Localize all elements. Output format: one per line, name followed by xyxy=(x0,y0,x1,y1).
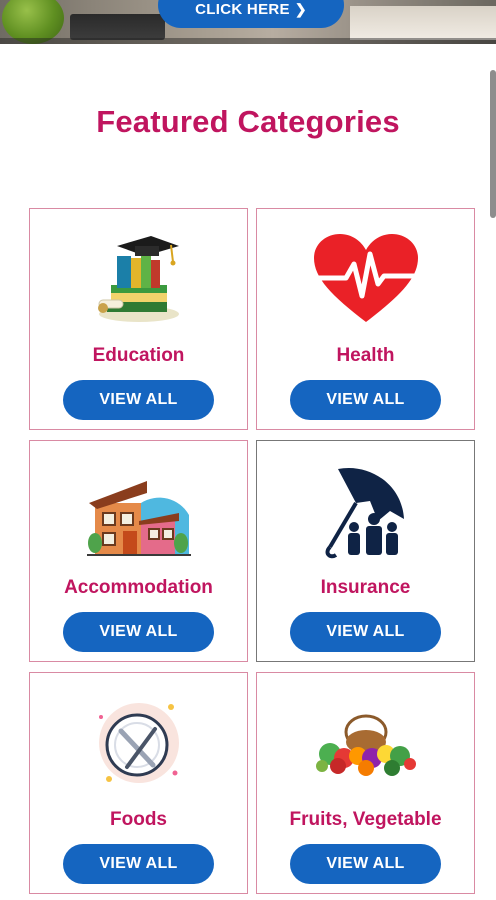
category-grid: Education VIEW ALL Health VIEW ALL Accom… xyxy=(29,208,475,894)
view-all-button-fruits-vegetable[interactable]: VIEW ALL xyxy=(290,844,441,884)
category-card-fruits-vegetable[interactable]: Fruits, Vegetable VIEW ALL xyxy=(256,672,475,894)
scrollbar-thumb[interactable] xyxy=(490,70,496,218)
view-all-button-health[interactable]: VIEW ALL xyxy=(290,380,441,420)
chevron-right-icon: ❯ xyxy=(294,1,307,17)
education-books-graduation-cap-icon xyxy=(84,229,194,329)
umbrella-family-icon xyxy=(311,461,421,561)
category-label: Insurance xyxy=(320,577,411,598)
section-title: Featured Categories xyxy=(96,104,400,139)
page: CLICK HERE ❯ Featured Categories Educati… xyxy=(0,0,496,900)
banner-shadow xyxy=(0,38,496,44)
heart-heartbeat-icon xyxy=(311,229,421,329)
category-label: Education xyxy=(92,345,185,366)
category-label: Fruits, Vegetable xyxy=(289,809,442,830)
fruit-vegetable-basket-icon xyxy=(311,693,421,793)
open-book-image xyxy=(350,6,496,40)
view-all-button-accommodation[interactable]: VIEW ALL xyxy=(63,612,214,652)
house-icon xyxy=(84,461,194,561)
category-card-foods[interactable]: Foods VIEW ALL xyxy=(29,672,248,894)
view-all-button-foods[interactable]: VIEW ALL xyxy=(63,844,214,884)
click-here-label: CLICK HERE xyxy=(195,1,290,18)
category-label: Accommodation xyxy=(64,577,213,598)
category-card-health[interactable]: Health VIEW ALL xyxy=(256,208,475,430)
view-all-button-insurance[interactable]: VIEW ALL xyxy=(290,612,441,652)
category-card-insurance[interactable]: Insurance VIEW ALL xyxy=(256,440,475,662)
click-here-button[interactable]: CLICK HERE ❯ xyxy=(158,0,344,28)
category-label: Health xyxy=(336,345,395,366)
view-all-button-education[interactable]: VIEW ALL xyxy=(63,380,214,420)
book-image xyxy=(70,14,165,40)
category-card-education[interactable]: Education VIEW ALL xyxy=(29,208,248,430)
category-label: Foods xyxy=(110,809,167,830)
category-card-accommodation[interactable]: Accommodation VIEW ALL xyxy=(29,440,248,662)
plate-fork-knife-icon xyxy=(84,693,194,793)
